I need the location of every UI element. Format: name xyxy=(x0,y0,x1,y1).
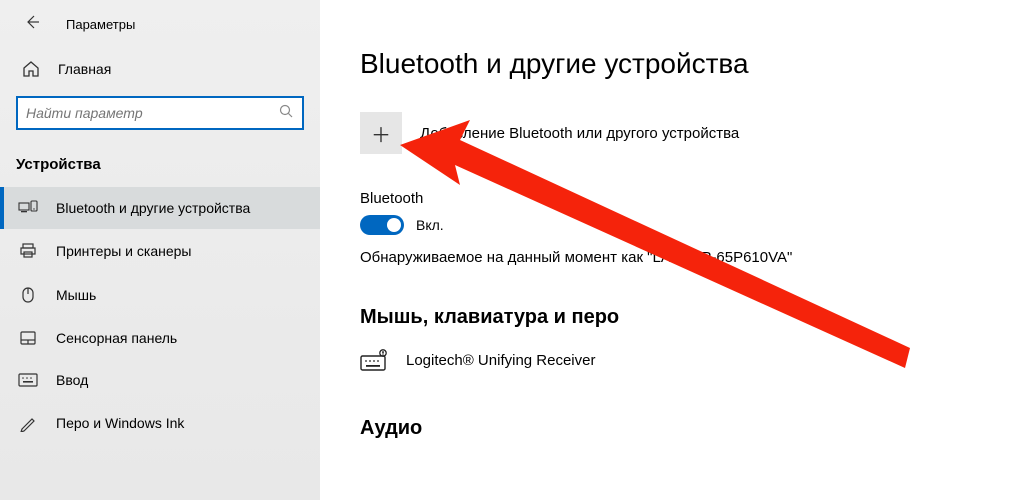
search-icon xyxy=(278,103,294,124)
sidebar-item-mouse[interactable]: Мышь xyxy=(0,273,320,317)
sidebar-item-pen[interactable]: Перо и Windows Ink xyxy=(0,401,320,445)
sidebar-item-label: Сенсорная панель xyxy=(56,330,177,346)
add-device-tile[interactable]: ＋ xyxy=(360,112,402,154)
page-title: Bluetooth и другие устройства xyxy=(360,48,984,80)
device-row[interactable]: Logitech® Unifying Receiver xyxy=(360,343,984,377)
sidebar-item-label: Мышь xyxy=(56,287,96,303)
search-input[interactable] xyxy=(26,105,278,121)
plus-icon: ＋ xyxy=(371,119,391,148)
sidebar-item-touchpad[interactable]: Сенсорная панель xyxy=(0,317,320,359)
bluetooth-toggle-state: Вкл. xyxy=(416,217,444,233)
sidebar-home[interactable]: Главная xyxy=(0,50,320,88)
sidebar-item-printers[interactable]: Принтеры и сканеры xyxy=(0,229,320,273)
mouse-icon xyxy=(18,286,38,304)
sidebar-item-label: Bluetooth и другие устройства xyxy=(56,200,250,216)
home-label: Главная xyxy=(58,61,111,77)
sidebar-category: Устройства xyxy=(0,144,320,187)
pen-icon xyxy=(18,414,38,432)
section-mouse-heading: Мышь, клавиатура и перо xyxy=(360,306,984,329)
back-button[interactable] xyxy=(22,14,42,34)
home-icon xyxy=(22,60,40,78)
main-content: Bluetooth и другие устройства ＋ Добавлен… xyxy=(320,0,1024,500)
sidebar-header: Параметры xyxy=(0,10,320,50)
sidebar-item-bluetooth[interactable]: Bluetooth и другие устройства xyxy=(0,187,320,229)
section-audio-heading: Аудио xyxy=(360,417,984,440)
discoverable-text: Обнаруживаемое на данный момент как "LAP… xyxy=(360,249,984,266)
keyboard-icon xyxy=(18,373,38,387)
bluetooth-heading: Bluetooth xyxy=(360,190,984,207)
printer-icon xyxy=(18,242,38,260)
keyboard-device-icon xyxy=(360,349,388,371)
bluetooth-toggle[interactable] xyxy=(360,215,404,235)
sidebar: Параметры Главная Устройства Bluetooth и… xyxy=(0,0,320,500)
search-box[interactable] xyxy=(16,96,304,130)
search-wrap xyxy=(0,88,320,144)
add-device-row[interactable]: ＋ Добавление Bluetooth или другого устро… xyxy=(360,112,984,154)
bluetooth-devices-icon xyxy=(18,200,38,216)
sidebar-item-label: Принтеры и сканеры xyxy=(56,243,191,259)
sidebar-item-label: Ввод xyxy=(56,372,88,388)
arrow-left-icon xyxy=(24,14,40,35)
sidebar-nav: Bluetooth и другие устройства Принтеры и… xyxy=(0,187,320,445)
touchpad-icon xyxy=(18,330,38,346)
sidebar-item-label: Перо и Windows Ink xyxy=(56,415,184,431)
sidebar-item-typing[interactable]: Ввод xyxy=(0,359,320,401)
device-name: Logitech® Unifying Receiver xyxy=(406,352,595,369)
add-device-label: Добавление Bluetooth или другого устройс… xyxy=(420,125,739,142)
window-title: Параметры xyxy=(66,17,135,32)
bluetooth-toggle-row: Вкл. xyxy=(360,215,984,235)
